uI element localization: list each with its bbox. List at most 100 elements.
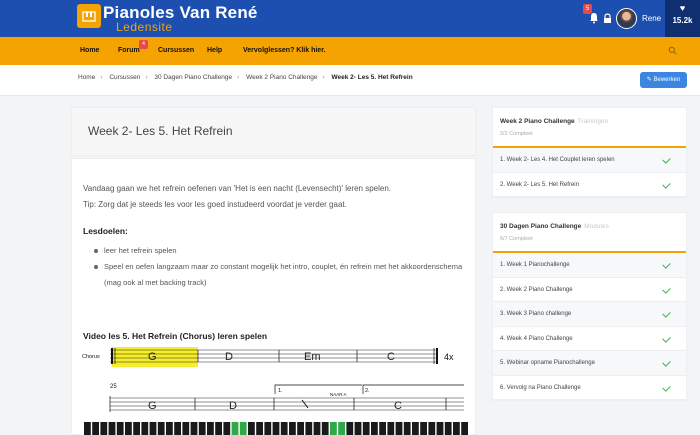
intro-tip: Tip: Zorg dat je steeds les voor les goe… [83, 200, 347, 209]
breadcrumb: Home › Cursussen › 30 Dagen Piano Challeng… [78, 74, 413, 81]
piano-key [166, 422, 173, 435]
video-heading: Video les 5. Het Refrein (Chorus) leren … [83, 331, 268, 341]
logo-icon[interactable] [77, 4, 101, 28]
piano-key [256, 422, 263, 435]
piano-key [215, 422, 222, 435]
breadcrumb-cursussen[interactable]: Cursussen [109, 74, 140, 81]
week-type: Trainingen [577, 118, 609, 125]
volta-2: 2. [365, 388, 370, 394]
piano-key [436, 422, 444, 435]
intro-line: Vandaag gaan we het refrein oefenen van … [83, 184, 391, 193]
breadcrumb-bar: Home › Cursussen › 30 Dagen Piano Challeng… [0, 65, 700, 96]
piano-key [387, 422, 395, 435]
breadcrumb-separator: › [237, 74, 240, 81]
check-icon [662, 155, 671, 164]
piano-key [182, 422, 190, 435]
piano-key [198, 422, 206, 435]
challenge-card-header: 30 Dagen Piano Challenge Modules 6/7 Comp… [493, 213, 686, 253]
piano-key [231, 422, 239, 435]
breadcrumb-home[interactable]: Home [78, 74, 95, 81]
check-icon [662, 333, 671, 343]
piano-key [92, 422, 99, 435]
check-icon [662, 179, 671, 189]
module-list-item[interactable]: 2. Week 2 Piano Challenge [493, 278, 686, 302]
lesson-list-item[interactable]: 2. Week 2- Les 5. Het Refrein [493, 173, 686, 197]
piano-key [403, 422, 411, 435]
breadcrumb-separator: › [100, 74, 103, 81]
challenge-card-title[interactable]: 30 Dagen Piano Challenge Modules [500, 223, 609, 230]
week-progress: 2/2 Compleet [500, 131, 533, 137]
avatar[interactable] [616, 8, 637, 29]
module-list-item[interactable]: 4. Week 4 Piano Challenge [493, 327, 686, 351]
edit-button[interactable]: ✎ Bewerken [640, 72, 687, 88]
points-box[interactable]: ♥ 15.2k [665, 0, 700, 37]
module-list-item[interactable]: 3. Week 3 Piano challenge [493, 302, 686, 327]
module-item-label: 4. Week 4 Piano Challenge [500, 335, 573, 342]
nav-vervolglessen[interactable]: Vervolglessen? Klik hier. [243, 47, 325, 54]
piano-key [125, 422, 132, 435]
breadcrumb-course[interactable]: 30 Dagen Piano Challenge [154, 74, 232, 81]
piano-key [272, 422, 280, 435]
piano-key [223, 422, 231, 435]
lesson-list-item[interactable]: 1. Week 2- Les 4. Het Couplet leren spel… [493, 148, 686, 173]
chord-label: D [229, 400, 237, 412]
heart-icon: ♥ [679, 3, 686, 13]
module-item-label: 1. Week 1 Pianochallenge [500, 262, 570, 268]
points-value: 15.2k [672, 16, 693, 25]
piano-key [330, 422, 337, 435]
check-icon [662, 309, 671, 318]
module-item-label: 5. Webinar opname Pianochallenge [500, 360, 595, 366]
breadcrumb-separator: › [145, 74, 148, 81]
page-title: Week 2- Les 5. Het Refrein [88, 124, 233, 138]
breadcrumb-current: Week 2- Les 5. Het Refrein [331, 74, 413, 81]
volta-1: 1. [278, 388, 283, 394]
week-card-title[interactable]: Week 2 Piano Challenge Trainingen [500, 118, 608, 125]
user-name[interactable]: Rene [642, 14, 661, 23]
list-item: leer het refrein spelen [94, 243, 469, 259]
module-item-label: 3. Week 3 Piano challenge [500, 311, 572, 317]
module-list-item[interactable]: 5. Webinar opname Pianochallenge [493, 351, 686, 376]
check-icon [662, 358, 671, 367]
piano-key [141, 422, 149, 435]
nav-help[interactable]: Help [207, 47, 222, 54]
chord-sheet-image[interactable]: Chorus G D Em C 4x 25 1. 2. NAAR A G D C [82, 342, 470, 435]
week-card-header: Week 2 Piano Challenge Trainingen 2/2 Com… [493, 108, 686, 148]
chord-label: G [148, 400, 157, 412]
piano-key [248, 422, 255, 435]
naar-a-label: NAAR A [330, 392, 347, 397]
breadcrumb-week[interactable]: Week 2 Piano Challenge [246, 74, 317, 81]
piano-key [116, 422, 124, 435]
piano-key [174, 422, 181, 435]
check-icon [662, 260, 671, 269]
search-icon[interactable] [668, 46, 677, 55]
nav-home[interactable]: Home [80, 47, 99, 54]
piano-key [461, 422, 468, 435]
piano-key [346, 422, 354, 435]
edit-button-label: Bewerken [653, 77, 681, 83]
piano-key [338, 422, 345, 435]
lesson-title-card: Week 2- Les 5. Het Refrein [71, 107, 476, 156]
piano-key [305, 422, 313, 435]
chord-label: Em [304, 351, 321, 363]
piano-key [362, 422, 370, 435]
piano-key [84, 422, 91, 435]
lesson-item-label: 1. Week 2- Les 4. Het Couplet leren spel… [500, 157, 615, 163]
module-item-label: 6. Vervolg na Piano Challenge [500, 384, 581, 391]
piano-key [149, 422, 157, 435]
module-list-item[interactable]: 1. Week 1 Pianochallenge [493, 253, 686, 278]
piano-key [371, 422, 378, 435]
nav-forum[interactable]: Forum [118, 47, 140, 54]
piano-key [239, 422, 247, 435]
chord-label: G [148, 351, 157, 363]
nav-cursussen[interactable]: Cursussen [158, 47, 194, 54]
piano-key [157, 422, 165, 435]
piano-key [313, 422, 321, 435]
lesson-intro: Vandaag gaan we het refrein oefenen van … [83, 181, 391, 213]
piano-key [379, 422, 386, 435]
lock-icon[interactable] [602, 12, 613, 24]
check-icon [662, 284, 671, 294]
staff-lines-row2 [110, 397, 464, 411]
module-list-item[interactable]: 6. Vervolg na Piano Challenge [493, 376, 686, 400]
piano-key [190, 422, 198, 435]
piano-key [420, 422, 427, 435]
